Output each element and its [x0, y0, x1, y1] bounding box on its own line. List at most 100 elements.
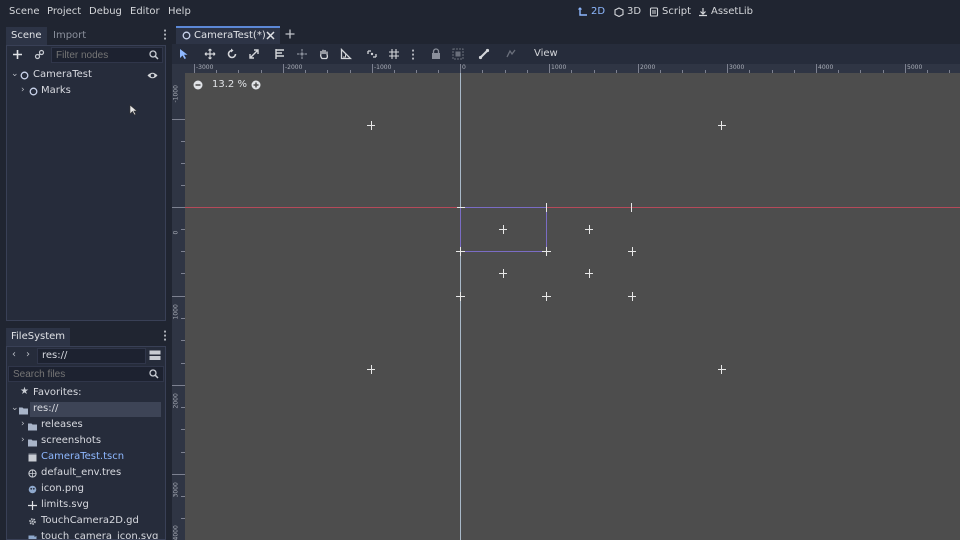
- menu-help[interactable]: Help: [168, 6, 191, 17]
- mode-assetlib-button[interactable]: AssetLib: [698, 6, 753, 17]
- ruler-label: 3000: [729, 64, 745, 71]
- left-dock: Scene Import ··· ⌄ CameraTest › Marks Fi…: [0, 26, 172, 540]
- svg-file-icon: [28, 501, 37, 510]
- mark-cross: [367, 365, 375, 374]
- expand-arrow-icon[interactable]: ›: [21, 85, 25, 95]
- pivot-icon[interactable]: [296, 48, 308, 60]
- favorites-label: Favorites:: [33, 387, 82, 398]
- menubar: Scene Project Debug Editor Help 2D 3D Sc…: [0, 0, 960, 26]
- back-icon[interactable]: ‹: [12, 349, 16, 360]
- canvas-viewport[interactable]: -3000 -2000 -1000 0 1000 2000 3000 4000 …: [172, 64, 960, 540]
- zoom-level[interactable]: 13.2 %: [212, 79, 247, 90]
- menu-debug[interactable]: Debug: [89, 6, 122, 17]
- add-node-icon[interactable]: [12, 49, 23, 60]
- mouse-cursor-icon: [129, 104, 138, 116]
- mark-cross: [628, 292, 636, 301]
- split-view-icon[interactable]: [149, 350, 161, 361]
- gear-icon: [29, 518, 36, 525]
- mode-3d-button[interactable]: 3D: [614, 6, 641, 17]
- filesystem-dock-tabs: FileSystem: [6, 328, 166, 346]
- filter-nodes-input[interactable]: [51, 47, 163, 63]
- rotate-mode-icon[interactable]: [226, 48, 238, 60]
- tree-node-cameratest[interactable]: ⌄ CameraTest: [7, 68, 165, 84]
- bone-icon[interactable]: [478, 48, 490, 60]
- close-icon[interactable]: [266, 31, 275, 40]
- pan-hand-icon[interactable]: [318, 48, 330, 60]
- visibility-eye-icon[interactable]: [147, 71, 158, 80]
- lock-icon[interactable]: [430, 48, 442, 60]
- forward-icon[interactable]: ›: [26, 349, 30, 360]
- file-entry-label: CameraTest.tscn: [41, 451, 125, 462]
- view-menu[interactable]: View: [534, 48, 558, 59]
- file-entry[interactable]: icon.png: [7, 482, 165, 498]
- editor-tab-bar: CameraTest(*): [172, 26, 960, 44]
- node-label: Marks: [41, 85, 71, 96]
- list-select-icon[interactable]: [274, 48, 286, 60]
- ruler-label: -1000: [374, 64, 392, 71]
- file-entry[interactable]: default_env.tres: [7, 466, 165, 482]
- tab-scene[interactable]: Scene: [6, 27, 47, 45]
- res-root-label: res://: [33, 403, 59, 414]
- file-entry[interactable]: limits.svg: [7, 498, 165, 514]
- ruler-tool-icon[interactable]: [340, 48, 352, 60]
- file-entry[interactable]: CameraTest.tscn: [7, 450, 165, 466]
- scene-dock-menu-icon[interactable]: · · ·: [163, 27, 167, 45]
- scene-panel: ⌄ CameraTest › Marks: [6, 45, 166, 321]
- favorites-row[interactable]: ★ Favorites:: [7, 386, 165, 402]
- menu-scene[interactable]: Scene: [9, 6, 40, 17]
- tab-filesystem[interactable]: FileSystem: [6, 328, 71, 346]
- mark-cross: [718, 365, 726, 374]
- node-label: CameraTest: [33, 69, 92, 80]
- snap-options-icon[interactable]: · · ·: [411, 47, 415, 65]
- ruler-left[interactable]: -1000 0 1000 2000 3000 4000: [172, 73, 185, 540]
- smart-snap-icon[interactable]: [366, 48, 378, 60]
- instance-scene-icon[interactable]: [34, 49, 45, 60]
- mode-2d-button[interactable]: 2D: [578, 6, 605, 17]
- collapse-arrow-icon[interactable]: ⌄: [11, 403, 19, 413]
- filesystem-dock-menu-icon[interactable]: · · ·: [163, 328, 167, 346]
- 2d-mode-icon: [578, 6, 587, 16]
- tab-import[interactable]: Import: [48, 27, 91, 45]
- group-icon[interactable]: [452, 48, 464, 60]
- collapse-arrow-icon[interactable]: ⌄: [11, 69, 19, 79]
- file-entry-label: limits.svg: [41, 499, 89, 510]
- ruler-top[interactable]: -3000 -2000 -1000 0 1000 2000 3000 4000 …: [172, 64, 960, 73]
- node2d-icon: [182, 31, 191, 40]
- select-mode-icon[interactable]: [178, 48, 190, 60]
- 3d-mode-icon: [614, 6, 624, 17]
- file-entry[interactable]: › screenshots: [7, 434, 165, 450]
- keyframe-icon[interactable]: [505, 48, 517, 60]
- path-field[interactable]: res://: [37, 348, 146, 364]
- ruler-label: 1000: [172, 304, 180, 320]
- mode-script-button[interactable]: Script: [649, 6, 691, 17]
- scene-file-icon: [28, 453, 37, 462]
- move-mode-icon[interactable]: [204, 48, 216, 60]
- grid-snap-icon[interactable]: [388, 48, 400, 60]
- zoom-in-icon[interactable]: [251, 80, 261, 90]
- scene-tab-cameratest[interactable]: CameraTest(*): [176, 26, 280, 44]
- expand-arrow-icon[interactable]: ›: [21, 435, 25, 445]
- ruler-label: -2000: [285, 64, 303, 71]
- ruler-label: -1000: [172, 85, 180, 103]
- search-files-input[interactable]: [8, 366, 164, 382]
- scene-dock-tabs: Scene Import: [6, 27, 166, 45]
- file-entry[interactable]: TouchCamera2D.gd: [7, 514, 165, 530]
- file-entry[interactable]: › releases: [7, 418, 165, 434]
- add-tab-icon[interactable]: [285, 29, 295, 39]
- file-entry-label: screenshots: [41, 435, 102, 446]
- tree-node-marks[interactable]: › Marks: [7, 84, 165, 100]
- ruler-label: 1000: [551, 64, 567, 71]
- zoom-out-icon[interactable]: [193, 80, 203, 90]
- menu-project[interactable]: Project: [47, 6, 81, 17]
- script-icon: [649, 6, 659, 17]
- file-entry[interactable]: touch_camera_icon.svg: [7, 530, 165, 539]
- menu-editor[interactable]: Editor: [130, 6, 160, 17]
- expand-arrow-icon[interactable]: ›: [21, 419, 25, 429]
- mode-script-label: Script: [662, 6, 692, 17]
- marks-group: [367, 121, 726, 374]
- canvas-toolbar: · · · View: [172, 44, 960, 65]
- mode-assetlib-label: AssetLib: [711, 6, 754, 17]
- res-root-row[interactable]: ⌄ res://: [7, 402, 165, 418]
- file-entry-label: default_env.tres: [41, 467, 122, 478]
- scale-mode-icon[interactable]: [248, 48, 260, 60]
